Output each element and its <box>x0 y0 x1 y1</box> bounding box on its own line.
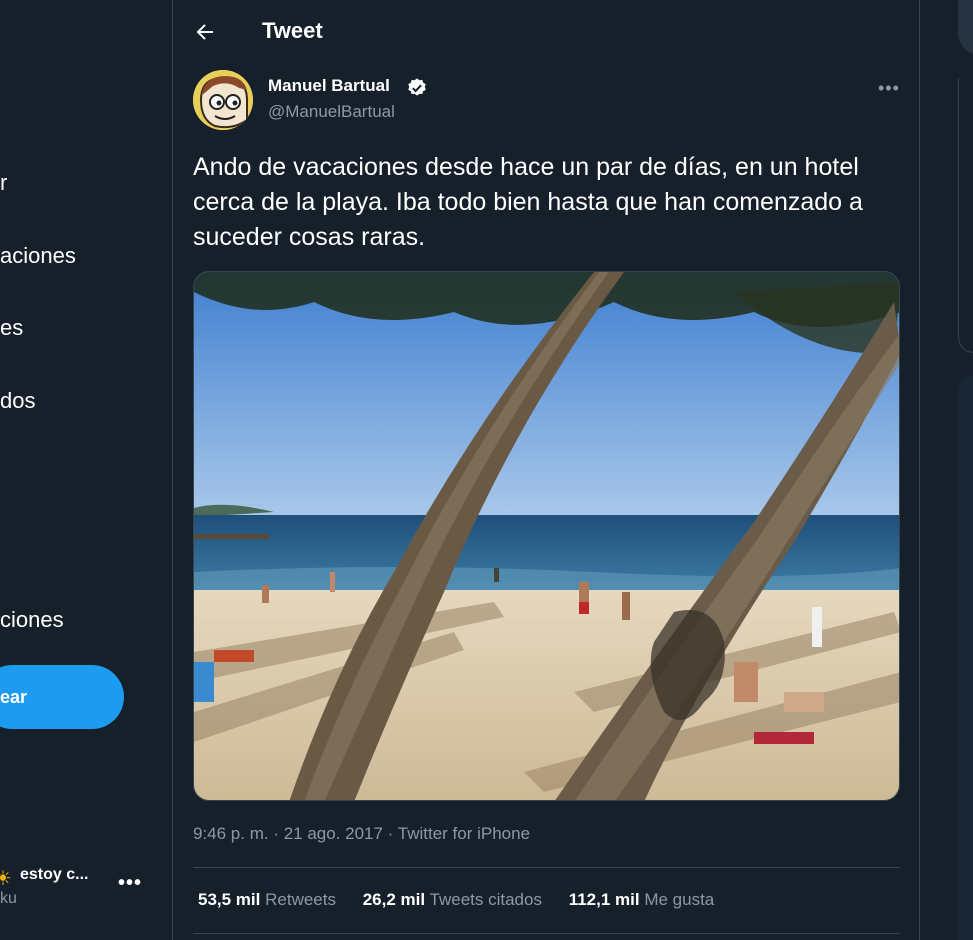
sidebar-item-explore[interactable]: r <box>0 170 7 196</box>
avatar[interactable] <box>193 70 253 130</box>
tweet-stats: 53,5 mil Retweets 26,2 mil Tweets citado… <box>198 890 736 910</box>
page-title: Tweet <box>262 18 323 43</box>
author-handle[interactable]: @ManuelBartual <box>268 102 395 122</box>
more-options-icon[interactable]: ••• <box>878 78 900 99</box>
sidebar-item-bookmarks[interactable]: dos <box>0 388 35 414</box>
divider <box>193 867 900 868</box>
stat-quote-tweets[interactable]: 26,2 mil Tweets citados <box>363 890 542 910</box>
stat-count: 112,1 mil <box>568 890 640 909</box>
stat-label: Tweets citados <box>429 890 542 909</box>
account-switcher[interactable]: ☀ estoy c... ku ••• <box>0 862 172 912</box>
stat-likes[interactable]: 112,1 mil Me gusta <box>569 890 715 910</box>
tweet-compose-button[interactable]: ear <box>0 665 124 729</box>
sidebar-item-notifications[interactable]: aciones <box>0 243 76 269</box>
sidebar-item-more-options[interactable]: ciones <box>0 607 64 633</box>
stat-label: Retweets <box>265 890 336 909</box>
account-more-icon[interactable]: ••• <box>118 872 142 895</box>
page-header: Tweet <box>173 0 919 64</box>
search-box[interactable] <box>958 0 973 56</box>
tweet-text: Ando de vacaciones desde hace un par de … <box>193 153 863 251</box>
divider <box>193 933 900 934</box>
main-column: Tweet Manuel Bartual @ManuelBartual ••• … <box>172 0 920 940</box>
arrow-left-icon[interactable] <box>193 20 217 44</box>
author-name[interactable]: Manuel Bartual <box>268 76 390 96</box>
tweet-compose-label: ear <box>0 686 28 707</box>
account-name: estoy c... <box>20 866 89 883</box>
tweet-photo[interactable] <box>193 271 900 801</box>
verified-badge-icon <box>408 78 426 96</box>
tweet-timestamp[interactable]: 9:46 p. m. · 21 ago. 2017 · Twitter for … <box>193 824 530 844</box>
sun-emoji-icon: ☀ <box>0 868 12 890</box>
account-handle: ku <box>0 890 17 907</box>
stat-label: Me gusta <box>644 890 715 909</box>
right-panel <box>958 78 973 353</box>
sidebar-item-messages[interactable]: es <box>0 315 23 341</box>
sidebar: r aciones es dos ciones ear ☀ estoy c...… <box>0 0 172 940</box>
stat-count: 53,5 mil <box>198 890 261 909</box>
stat-retweets[interactable]: 53,5 mil Retweets <box>198 890 336 910</box>
trends-panel <box>958 375 973 940</box>
stat-count: 26,2 mil <box>362 890 426 909</box>
